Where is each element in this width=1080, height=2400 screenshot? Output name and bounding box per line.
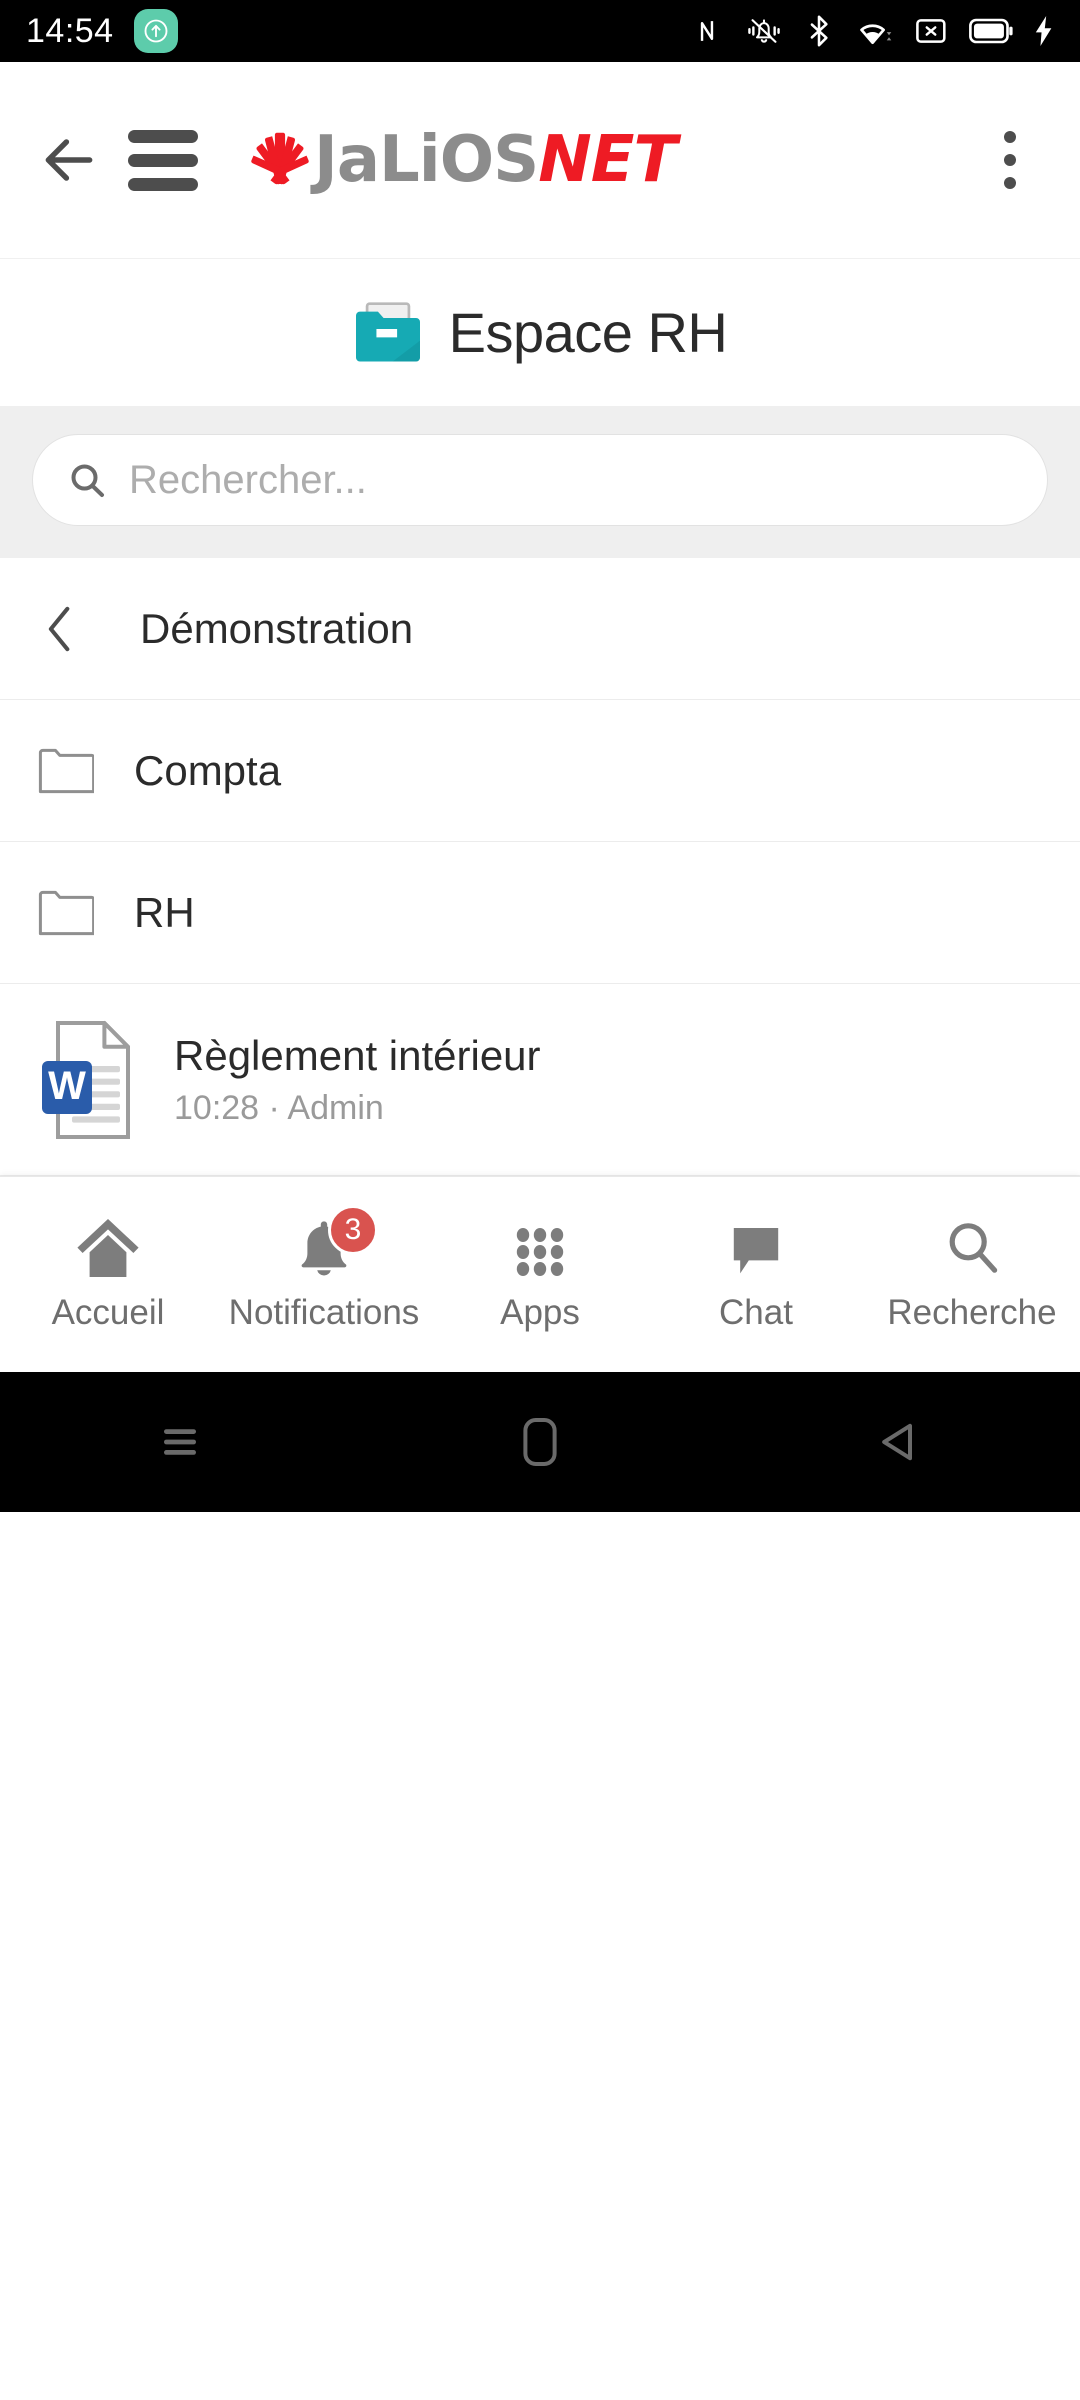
jalios-shell-logo	[251, 132, 309, 185]
hamburger-bar	[128, 153, 198, 167]
bluetooth-icon	[804, 14, 834, 48]
upload-circle-icon	[133, 9, 178, 53]
wifi-icon	[855, 14, 893, 48]
teal-folder-icon	[355, 302, 420, 362]
recents-menu-icon[interactable]	[0, 1420, 360, 1464]
file-meta: 10:28 · Admin	[174, 1088, 384, 1127]
list-item-label: Compta	[134, 746, 282, 794]
list-item[interactable]: Compta	[0, 700, 1080, 842]
home-pill-icon[interactable]	[360, 1416, 720, 1468]
search-input[interactable]	[129, 457, 1013, 503]
battery-full-icon	[969, 17, 1013, 45]
home-icon	[75, 1217, 141, 1279]
folder-outline-icon	[38, 890, 134, 936]
nav-item-recherche[interactable]: Recherche	[864, 1217, 1080, 1333]
nav-item-notifications[interactable]: 3 Notifications	[216, 1204, 432, 1333]
word-document-icon: W	[38, 1018, 166, 1142]
no-sim-card-icon	[914, 16, 948, 46]
chevron-left-icon	[38, 601, 134, 657]
list-item-label: RH	[134, 888, 195, 936]
kebab-dot	[1004, 177, 1016, 189]
brand-name-secondary: NET	[538, 123, 677, 197]
nav-label: Apps	[500, 1292, 580, 1332]
parent-folder-row[interactable]: Démonstration	[0, 558, 1080, 700]
vibrate-mute-bell-icon	[745, 14, 783, 48]
status-bar-icons	[690, 14, 1054, 48]
file-list: Démonstration Compta RH W Règlement inté…	[0, 558, 1080, 1176]
search-box[interactable]	[32, 434, 1048, 526]
nav-item-chat[interactable]: Chat	[648, 1217, 864, 1333]
search-section	[0, 406, 1080, 558]
app-header: JaLiOS NET	[0, 62, 1080, 258]
nav-label: Chat	[719, 1292, 793, 1332]
bottom-navigation: Accueil 3 Notifications Apps Chat Recher…	[0, 1176, 1080, 1372]
charging-bolt-icon	[1034, 16, 1054, 46]
list-item[interactable]: RH	[0, 842, 1080, 984]
nav-item-apps[interactable]: Apps	[432, 1217, 648, 1333]
android-navigation-bar	[0, 1372, 1080, 1512]
search-icon	[71, 464, 104, 497]
file-title: Règlement intérieur	[174, 1031, 541, 1079]
svg-text:W: W	[48, 1064, 86, 1108]
status-bar-clock: 14:54	[26, 11, 114, 50]
folder-outline-icon	[38, 748, 134, 794]
hamburger-bar	[128, 129, 198, 143]
notification-badge: 3	[328, 1204, 378, 1255]
list-item[interactable]: W Règlement intérieur 10:28 · Admin	[0, 984, 1080, 1176]
status-bar: 14:54	[0, 0, 1080, 62]
kebab-dot	[1004, 154, 1016, 166]
apps-grid-icon	[512, 1217, 568, 1279]
search-icon	[943, 1217, 1001, 1279]
brand-logo[interactable]: JaLiOS NET	[246, 123, 677, 197]
bell-icon: 3	[294, 1204, 378, 1279]
nav-label: Recherche	[887, 1292, 1057, 1332]
hamburger-bar	[128, 177, 198, 191]
kebab-dot	[1004, 131, 1016, 143]
chat-bubble-icon	[727, 1217, 785, 1279]
page-title: Espace RH	[448, 300, 728, 364]
hamburger-menu-icon[interactable]	[128, 129, 198, 191]
nav-label: Notifications	[228, 1292, 420, 1332]
nav-label: Accueil	[51, 1292, 165, 1332]
back-triangle-icon[interactable]	[720, 1419, 1080, 1465]
brand-name-primary: JaLiOS	[314, 123, 539, 197]
page-title-bar: Espace RH	[0, 258, 1080, 406]
back-arrow-icon[interactable]	[38, 129, 100, 191]
nav-item-accueil[interactable]: Accueil	[0, 1217, 216, 1333]
parent-folder-label: Démonstration	[140, 604, 414, 652]
nfc-icon	[690, 14, 724, 48]
kebab-menu-icon[interactable]	[978, 128, 1042, 192]
